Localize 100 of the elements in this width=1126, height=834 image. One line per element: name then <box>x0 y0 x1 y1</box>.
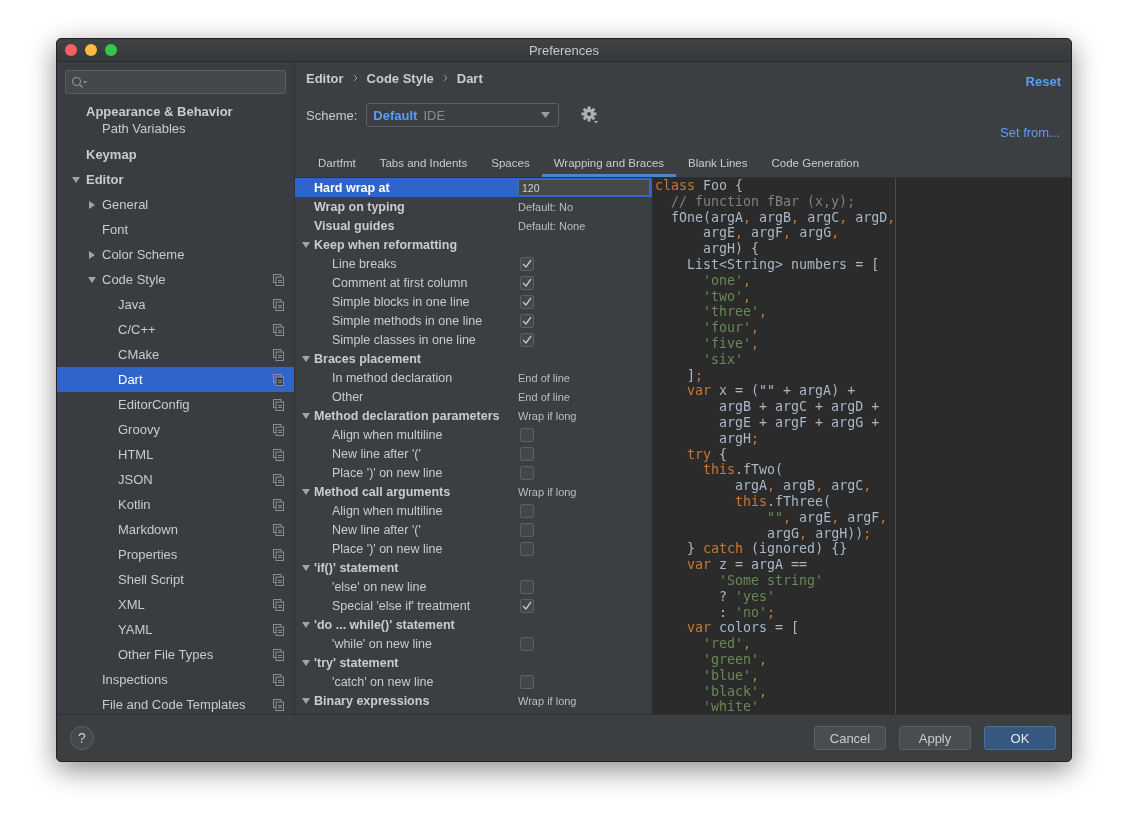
collapse-arrow-icon[interactable] <box>301 657 311 668</box>
setting-row[interactable]: Comment at first column <box>295 273 652 292</box>
sidebar-item[interactable]: CMake <box>57 342 294 367</box>
sidebar-item[interactable]: General <box>57 192 294 217</box>
sidebar-item[interactable]: Other File Types <box>57 642 294 667</box>
sidebar-item[interactable]: Path Variables <box>57 120 294 137</box>
collapse-arrow-icon[interactable] <box>301 562 311 573</box>
collapse-arrow-icon[interactable] <box>71 174 81 185</box>
checkbox[interactable] <box>520 427 534 442</box>
setting-row[interactable]: 'catch' on new line <box>295 672 652 691</box>
setting-row[interactable]: Simple blocks in one line <box>295 292 652 311</box>
settings-icon[interactable] <box>581 106 600 124</box>
collapse-arrow-icon[interactable] <box>301 486 311 497</box>
setting-row[interactable]: 'try' statement <box>295 653 652 672</box>
reset-link[interactable]: Reset <box>1025 73 1061 89</box>
tab[interactable]: Spaces <box>479 149 542 177</box>
setting-row[interactable]: Align when multiline <box>295 501 652 520</box>
setting-row[interactable]: Line breaks <box>295 254 652 273</box>
checkbox[interactable] <box>520 598 534 613</box>
expand-arrow-icon[interactable] <box>87 249 97 260</box>
sidebar-item[interactable]: C/C++ <box>57 317 294 342</box>
checkbox[interactable] <box>520 465 534 480</box>
option-value[interactable]: Default: None <box>518 219 586 232</box>
option-value[interactable]: End of line <box>518 390 570 403</box>
checkbox[interactable] <box>520 674 534 689</box>
sidebar-item[interactable]: JSON <box>57 467 294 492</box>
setting-row[interactable]: Visual guides Default: None <box>295 216 652 235</box>
breadcrumb-item[interactable]: Dart <box>456 70 483 86</box>
sidebar-item[interactable]: Keymap <box>57 142 294 167</box>
sidebar-item[interactable]: Groovy <box>57 417 294 442</box>
collapse-arrow-icon[interactable] <box>301 239 311 250</box>
sidebar-item[interactable]: File and Code Templates <box>57 692 294 714</box>
close-button[interactable] <box>65 44 77 56</box>
sidebar-item[interactable]: Code Style <box>57 267 294 292</box>
setting-row[interactable]: Place ')' on new line <box>295 463 652 482</box>
setting-row[interactable]: Align when multiline <box>295 425 652 444</box>
search-field[interactable] <box>65 70 286 94</box>
checkbox[interactable] <box>520 503 534 518</box>
collapse-arrow-icon[interactable] <box>87 274 97 285</box>
checkbox[interactable] <box>520 579 534 594</box>
setting-row[interactable]: Wrap on typing Default: No <box>295 197 652 216</box>
option-value[interactable]: Default: No <box>518 200 574 213</box>
checkbox[interactable] <box>520 332 534 347</box>
setting-row[interactable]: New line after '(' <box>295 444 652 463</box>
sidebar-item[interactable]: Java <box>57 292 294 317</box>
setting-row[interactable]: Hard wrap at 120 <box>295 178 652 197</box>
dialog-button[interactable]: Apply <box>899 726 971 750</box>
collapse-arrow-icon[interactable] <box>301 695 311 706</box>
setting-row[interactable]: Special 'else if' treatment <box>295 596 652 615</box>
checkbox[interactable] <box>520 636 534 651</box>
setting-row[interactable]: Binary expressions Wrap if long <box>295 691 652 710</box>
sidebar-item[interactable]: Properties <box>57 542 294 567</box>
set-from-link[interactable]: Set from... <box>1000 125 1060 140</box>
dialog-button[interactable]: Cancel <box>814 726 886 750</box>
option-value[interactable]: Wrap if long <box>518 409 577 422</box>
sidebar-item[interactable]: Shell Script <box>57 567 294 592</box>
setting-row[interactable]: 'if()' statement <box>295 558 652 577</box>
setting-row[interactable]: Place ')' on new line <box>295 539 652 558</box>
setting-row[interactable]: New line after '(' <box>295 520 652 539</box>
scheme-dropdown[interactable]: Default IDE <box>366 103 560 127</box>
option-value[interactable]: End of line <box>518 371 570 384</box>
setting-row[interactable]: 'while' on new line <box>295 634 652 653</box>
setting-row[interactable]: In method declaration End of line <box>295 368 652 387</box>
hard-wrap-field[interactable]: 120 <box>518 179 650 196</box>
breadcrumb-item[interactable]: Editor <box>306 70 344 86</box>
help-button[interactable]: ? <box>70 726 94 750</box>
sidebar-item[interactable]: EditorConfig <box>57 392 294 417</box>
setting-row[interactable]: Method declaration parameters Wrap if long <box>295 406 652 425</box>
sidebar-item[interactable]: Appearance & Behavior <box>57 103 294 120</box>
sidebar-item[interactable]: Markdown <box>57 517 294 542</box>
expand-arrow-icon[interactable] <box>87 199 97 210</box>
checkbox[interactable] <box>520 256 534 271</box>
sidebar-item[interactable]: Color Scheme <box>57 242 294 267</box>
tab[interactable]: Blank Lines <box>676 149 760 177</box>
checkbox[interactable] <box>520 275 534 290</box>
setting-row[interactable]: Keep when reformatting <box>295 235 652 254</box>
setting-row[interactable]: Simple classes in one line <box>295 330 652 349</box>
breadcrumb-item[interactable]: Code Style <box>366 70 434 86</box>
checkbox[interactable] <box>520 541 534 556</box>
zoom-button[interactable] <box>105 44 117 56</box>
setting-row[interactable]: 'else' on new line <box>295 577 652 596</box>
option-value[interactable]: Wrap if long <box>518 694 577 707</box>
collapse-arrow-icon[interactable] <box>301 353 311 364</box>
setting-row[interactable]: 'do ... while()' statement <box>295 615 652 634</box>
setting-row[interactable]: Other End of line <box>295 387 652 406</box>
tab[interactable]: Tabs and Indents <box>367 149 480 177</box>
tab[interactable]: Dartfmt <box>306 149 368 177</box>
checkbox[interactable] <box>520 294 534 309</box>
sidebar-item[interactable]: YAML <box>57 617 294 642</box>
setting-row[interactable]: Braces placement <box>295 349 652 368</box>
collapse-arrow-icon[interactable] <box>301 619 311 630</box>
ok-button[interactable]: OK <box>984 726 1056 750</box>
setting-row[interactable]: Simple methods in one line <box>295 311 652 330</box>
sidebar-item[interactable]: Dart <box>57 367 294 392</box>
checkbox[interactable] <box>520 522 534 537</box>
checkbox[interactable] <box>520 313 534 328</box>
checkbox[interactable] <box>520 446 534 461</box>
setting-row[interactable]: Method call arguments Wrap if long <box>295 482 652 501</box>
sidebar-item[interactable]: Inspections <box>57 667 294 692</box>
sidebar-item[interactable]: Kotlin <box>57 492 294 517</box>
